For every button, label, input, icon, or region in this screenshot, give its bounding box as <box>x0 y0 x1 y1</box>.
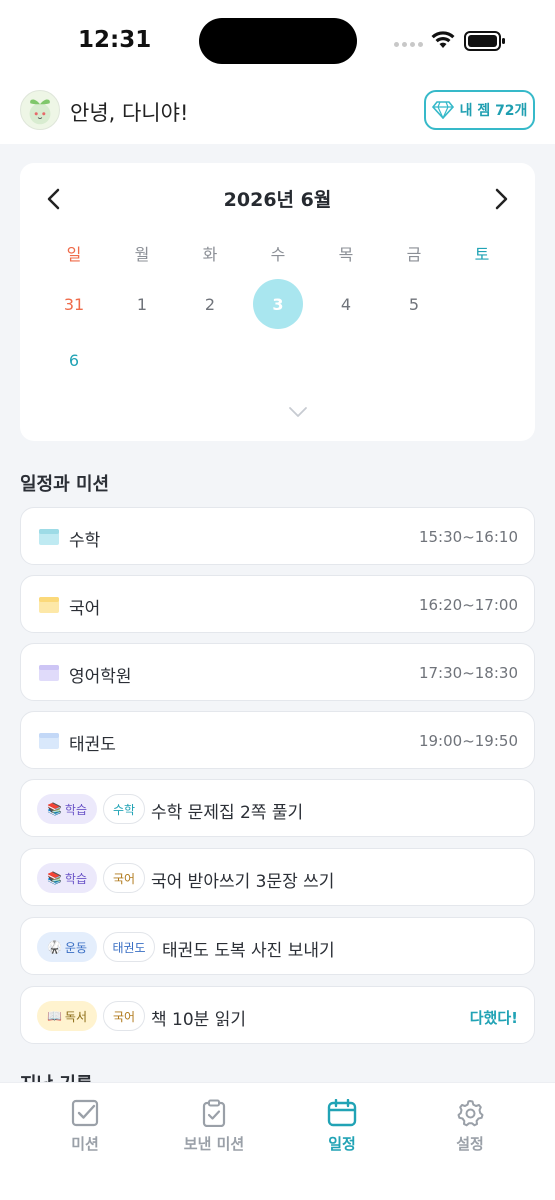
calendar-day[interactable]: 6 <box>40 335 108 385</box>
schedule-time: 15:30~16:10 <box>418 528 518 546</box>
weekday-fri: 금 <box>406 245 422 264</box>
calendar-month-title: 2026년 6월 <box>223 189 332 211</box>
weekday-mon: 월 <box>134 245 150 264</box>
mission-category-chip: 📖 독서 <box>37 1001 97 1031</box>
mission-item[interactable]: 📚 학습 국어 국어 받아쓰기 3문장 쓰기 <box>20 848 535 906</box>
mission-title: 책 10분 읽기 <box>151 1010 246 1030</box>
schedule-time: 17:30~18:30 <box>418 664 518 682</box>
schedule-title: 수학 <box>69 531 101 551</box>
calendar-card: 2026년 6월 일 월 화 수 목 금 토 31 1 2 3 4 5 6 <box>20 163 535 441</box>
schedule-title: 영어학원 <box>69 667 132 687</box>
uniform-icon: 🥋 <box>46 940 62 954</box>
schedule-item[interactable]: 영어학원 17:30~18:30 <box>20 643 535 701</box>
status-time: 12:31 <box>78 27 152 53</box>
schedule-item[interactable]: 태권도 19:00~19:50 <box>20 711 535 769</box>
mission-subject-chip: 국어 <box>103 1001 145 1031</box>
chevron-down-icon[interactable] <box>288 406 308 418</box>
mission-title: 국어 받아쓰기 3문장 쓰기 <box>151 872 335 892</box>
chevron-right-icon[interactable] <box>491 187 511 211</box>
mission-category-chip: 📚 학습 <box>37 794 97 824</box>
schedule-time: 16:20~17:00 <box>418 596 518 614</box>
weekday-sun: 일 <box>66 245 82 264</box>
tab-schedule[interactable]: 일정 <box>278 1099 406 1154</box>
open-book-icon: 📖 <box>46 1009 62 1023</box>
schedule-title: 국어 <box>69 599 101 619</box>
mission-item[interactable]: 📖 독서 국어 책 10분 읽기 다했다! <box>20 986 535 1044</box>
tab-label: 일정 <box>328 1135 356 1153</box>
calendar-icon <box>39 733 59 749</box>
weekday-thu: 목 <box>338 245 354 264</box>
tab-missions[interactable]: 미션 <box>21 1099 149 1154</box>
dynamic-island <box>199 18 357 64</box>
schedule-time: 19:00~19:50 <box>418 732 518 750</box>
calendar-day-empty <box>448 279 516 329</box>
calendar-icon <box>39 597 59 613</box>
weekday-tue: 화 <box>202 245 218 264</box>
status-bar: 12:31 <box>0 0 555 80</box>
diamond-icon <box>431 101 454 119</box>
tab-label: 미션 <box>71 1135 99 1153</box>
checkbox-icon <box>71 1099 99 1127</box>
schedule-item[interactable]: 수학 15:30~16:10 <box>20 507 535 565</box>
calendar-day[interactable]: 5 <box>380 279 448 329</box>
gear-icon <box>457 1100 484 1127</box>
calendar-icon <box>39 529 59 545</box>
tab-label: 설정 <box>456 1135 484 1153</box>
tab-sent-missions[interactable]: 보낸 미션 <box>150 1099 278 1154</box>
gem-balance-button[interactable]: 내 젬 72개 <box>424 90 535 130</box>
weekday-sat: 토 <box>474 245 490 264</box>
clipboard-check-icon <box>202 1099 226 1127</box>
weekday-header-row: 일 월 화 수 목 금 토 <box>40 241 516 265</box>
avatar[interactable] <box>20 90 60 130</box>
books-icon: 📚 <box>46 871 62 885</box>
books-icon: 📚 <box>46 802 62 816</box>
weekday-wed: 수 <box>270 245 286 264</box>
calendar-week-row: 31 1 2 3 4 5 <box>40 279 516 329</box>
mission-title: 수학 문제집 2쪽 풀기 <box>151 803 304 823</box>
app-header: 안녕, 다니야! 내 젬 72개 <box>0 80 555 144</box>
cellular-signal-icon <box>394 42 423 47</box>
mission-item[interactable]: 📚 학습 수학 수학 문제집 2쪽 풀기 <box>20 779 535 837</box>
calendar-day[interactable]: 31 <box>40 279 108 329</box>
calendar-day[interactable]: 1 <box>108 279 176 329</box>
mission-category-chip: 🥋 운동 <box>37 932 97 962</box>
calendar-day-selected[interactable]: 3 <box>244 279 312 329</box>
mission-done-status: 다했다! <box>469 1009 518 1027</box>
bottom-tab-bar: 미션 보낸 미션 일정 설정 <box>0 1082 555 1200</box>
calendar-week-row: 6 <box>40 335 516 385</box>
calendar-icon <box>327 1099 357 1127</box>
mission-subject-chip: 국어 <box>103 863 145 893</box>
section-title: 일정과 미션 <box>20 474 110 495</box>
tab-label: 보낸 미션 <box>183 1135 245 1153</box>
greeting-text: 안녕, 다니야! <box>70 101 189 125</box>
wifi-icon <box>431 31 455 48</box>
tab-settings[interactable]: 설정 <box>406 1099 534 1154</box>
gem-balance-label: 내 젬 72개 <box>459 103 528 119</box>
mission-category-chip: 📚 학습 <box>37 863 97 893</box>
schedule-title: 태권도 <box>69 735 116 755</box>
mission-subject-chip: 태권도 <box>103 932 155 962</box>
schedule-item[interactable]: 국어 16:20~17:00 <box>20 575 535 633</box>
battery-icon <box>464 31 505 51</box>
calendar-day[interactable]: 2 <box>176 279 244 329</box>
mission-item[interactable]: 🥋 운동 태권도 태권도 도복 사진 보내기 <box>20 917 535 975</box>
mission-subject-chip: 수학 <box>103 794 145 824</box>
calendar-icon <box>39 665 59 681</box>
calendar-day[interactable]: 4 <box>312 279 380 329</box>
mission-title: 태권도 도복 사진 보내기 <box>162 941 335 961</box>
